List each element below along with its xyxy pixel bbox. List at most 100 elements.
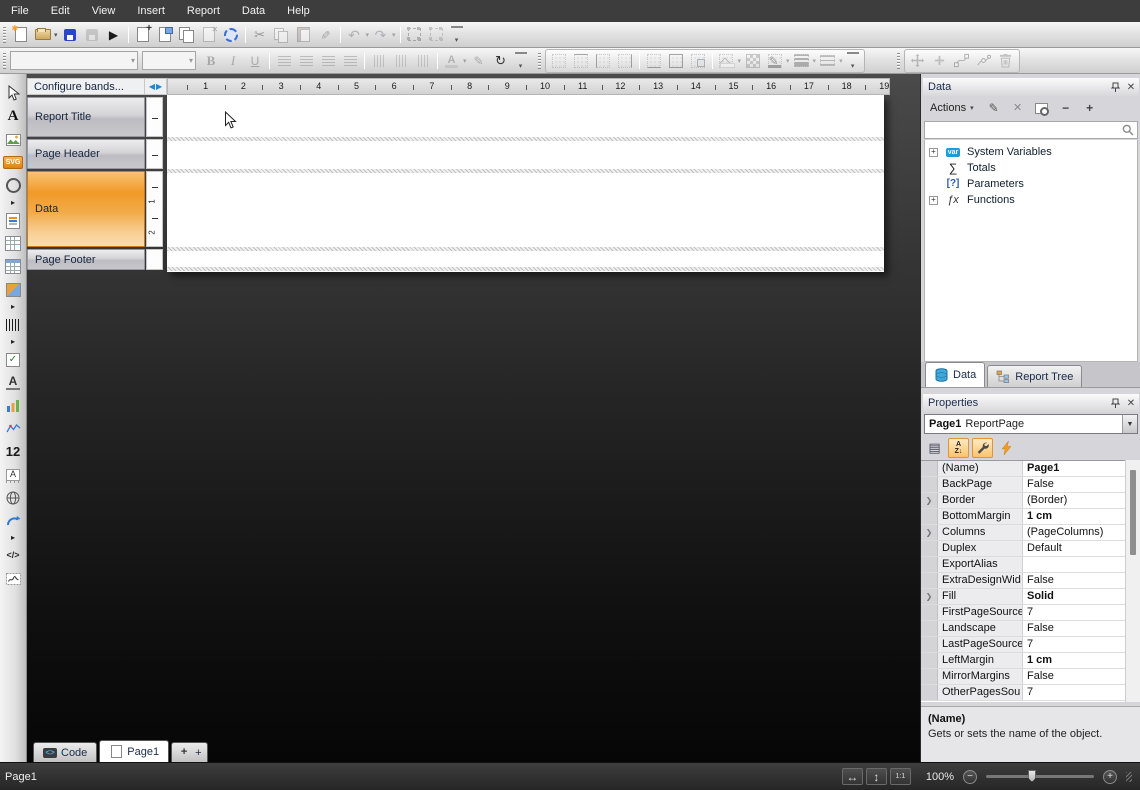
close-icon[interactable]: ✕ [1123,396,1139,410]
zoom-mode-button[interactable] [866,768,887,785]
property-value[interactable]: Default [1023,541,1140,556]
action-button[interactable] [1080,99,1100,118]
expander-icon[interactable] [929,148,938,157]
property-value[interactable] [1023,557,1140,572]
zoom-out-button[interactable]: − [963,770,977,784]
toolbar-button[interactable] [929,50,951,72]
toolbar-button[interactable] [665,50,687,72]
dock-tab[interactable]: Report Tree [987,365,1082,387]
toolbar-button[interactable] [295,50,317,72]
property-row[interactable]: ❯ MirrorMargins False [921,669,1140,685]
toolbar-button[interactable] [548,50,570,72]
menu-item[interactable]: Report [176,0,231,22]
property-value[interactable]: 1 cm [1023,653,1140,668]
property-row[interactable]: ❯ OtherPagesSou 7 [921,685,1140,701]
object-tool-button[interactable] [1,394,26,417]
toolbar-button[interactable] [344,24,371,46]
toolbar-button[interactable] [370,24,397,46]
toolbar-button[interactable] [10,24,32,46]
object-tool-button[interactable] [1,197,26,209]
toolbar-grip[interactable] [3,27,6,43]
object-tool-button[interactable] [1,440,26,463]
toolbar-button[interactable] [995,50,1017,72]
band-separator[interactable] [167,247,884,251]
toolbar-button[interactable] [973,50,995,72]
search-input[interactable] [925,123,1122,137]
tree-item[interactable]: Functions [925,192,1137,208]
close-icon[interactable]: ✕ [1123,80,1139,94]
property-row[interactable]: ❯ Landscape False [921,621,1140,637]
toolbar-button[interactable] [128,27,129,43]
toolbar-button[interactable] [273,50,295,72]
object-tool-button[interactable] [1,232,26,255]
toolbar-button[interactable] [198,24,220,46]
actions-menu-button[interactable]: Actions [926,99,978,118]
property-value[interactable]: 1 cm [1023,509,1140,524]
property-value[interactable]: False [1023,477,1140,492]
configure-bands-button[interactable]: Configure bands... [27,78,145,95]
object-tool-button[interactable] [1,463,26,486]
tree-item[interactable]: Totals [925,160,1137,176]
toolbar-button[interactable] [103,24,125,46]
object-tool-button[interactable] [1,128,26,151]
expand-chevron-icon[interactable]: ❯ [926,592,933,601]
document-tab[interactable]: + [171,742,207,762]
property-value[interactable]: (PageColumns) [1023,525,1140,540]
expander-icon[interactable] [929,196,938,205]
property-value[interactable]: False [1023,669,1140,684]
zoom-in-button[interactable]: + [1103,770,1117,784]
dock-tab[interactable]: Data [925,362,985,387]
menu-item[interactable]: Insert [126,0,176,22]
object-tool-button[interactable] [1,348,26,371]
toolbar-button[interactable] [570,50,592,72]
toolbar-button[interactable] [712,53,713,69]
toolbar-button[interactable] [200,50,222,72]
property-value[interactable]: Page1 [1023,461,1140,476]
tree-item[interactable]: System Variables [925,144,1137,160]
object-tool-button[interactable] [1,336,26,348]
object-tool-button[interactable] [1,255,26,278]
toolbar-button[interactable] [592,50,614,72]
toolbar-button[interactable] [220,24,242,46]
property-row[interactable]: ❯ Duplex Default [921,541,1140,557]
menu-item[interactable]: Data [231,0,276,22]
toolbar-button[interactable] [614,50,636,72]
object-tool-button[interactable] [1,301,26,313]
toolbar-button[interactable] [271,24,293,46]
property-value[interactable]: (Border) [1023,493,1140,508]
toolbar-overflow-icon[interactable]: ▾ [847,52,859,70]
toolbar-button[interactable] [364,53,365,69]
object-tool-button[interactable] [1,567,26,590]
object-tool-button[interactable] [1,151,26,174]
toolbar-button[interactable] [817,50,844,72]
menu-item[interactable]: View [81,0,127,22]
toolbar-button[interactable] [269,53,270,69]
toolbar-button[interactable] [245,27,246,43]
object-tool-button[interactable] [1,486,26,509]
object-tool-button[interactable] [1,105,26,128]
font-name-combo[interactable] [10,51,138,70]
object-tool-button[interactable] [1,532,26,544]
toolbar-button[interactable] [687,50,709,72]
band[interactable]: Page Header [27,139,145,169]
chevron-down-icon[interactable]: ▼ [1122,415,1137,433]
toolbar-button[interactable] [426,24,448,46]
band[interactable]: Page Footer [27,249,145,270]
action-button[interactable] [1056,99,1076,118]
scrollbar-thumb[interactable] [1130,470,1136,555]
property-row[interactable]: ❯ Fill Solid [921,589,1140,605]
expand-chevron-icon[interactable]: ❯ [926,528,933,537]
toolbar-button[interactable] [390,50,412,72]
zoom-mode-button[interactable] [842,768,863,785]
toolbar-button[interactable] [340,27,341,43]
property-value[interactable]: 7 [1023,605,1140,620]
band-separator[interactable] [167,137,884,141]
action-button[interactable] [1032,99,1052,118]
toolbar-button[interactable] [437,53,438,69]
toolbar-button[interactable] [764,50,791,72]
toolbar-button[interactable] [412,50,434,72]
action-button[interactable] [1008,99,1028,118]
menu-item[interactable]: File [0,0,40,22]
toolbar-button[interactable] [468,50,490,72]
toolbar-button[interactable] [951,50,973,72]
